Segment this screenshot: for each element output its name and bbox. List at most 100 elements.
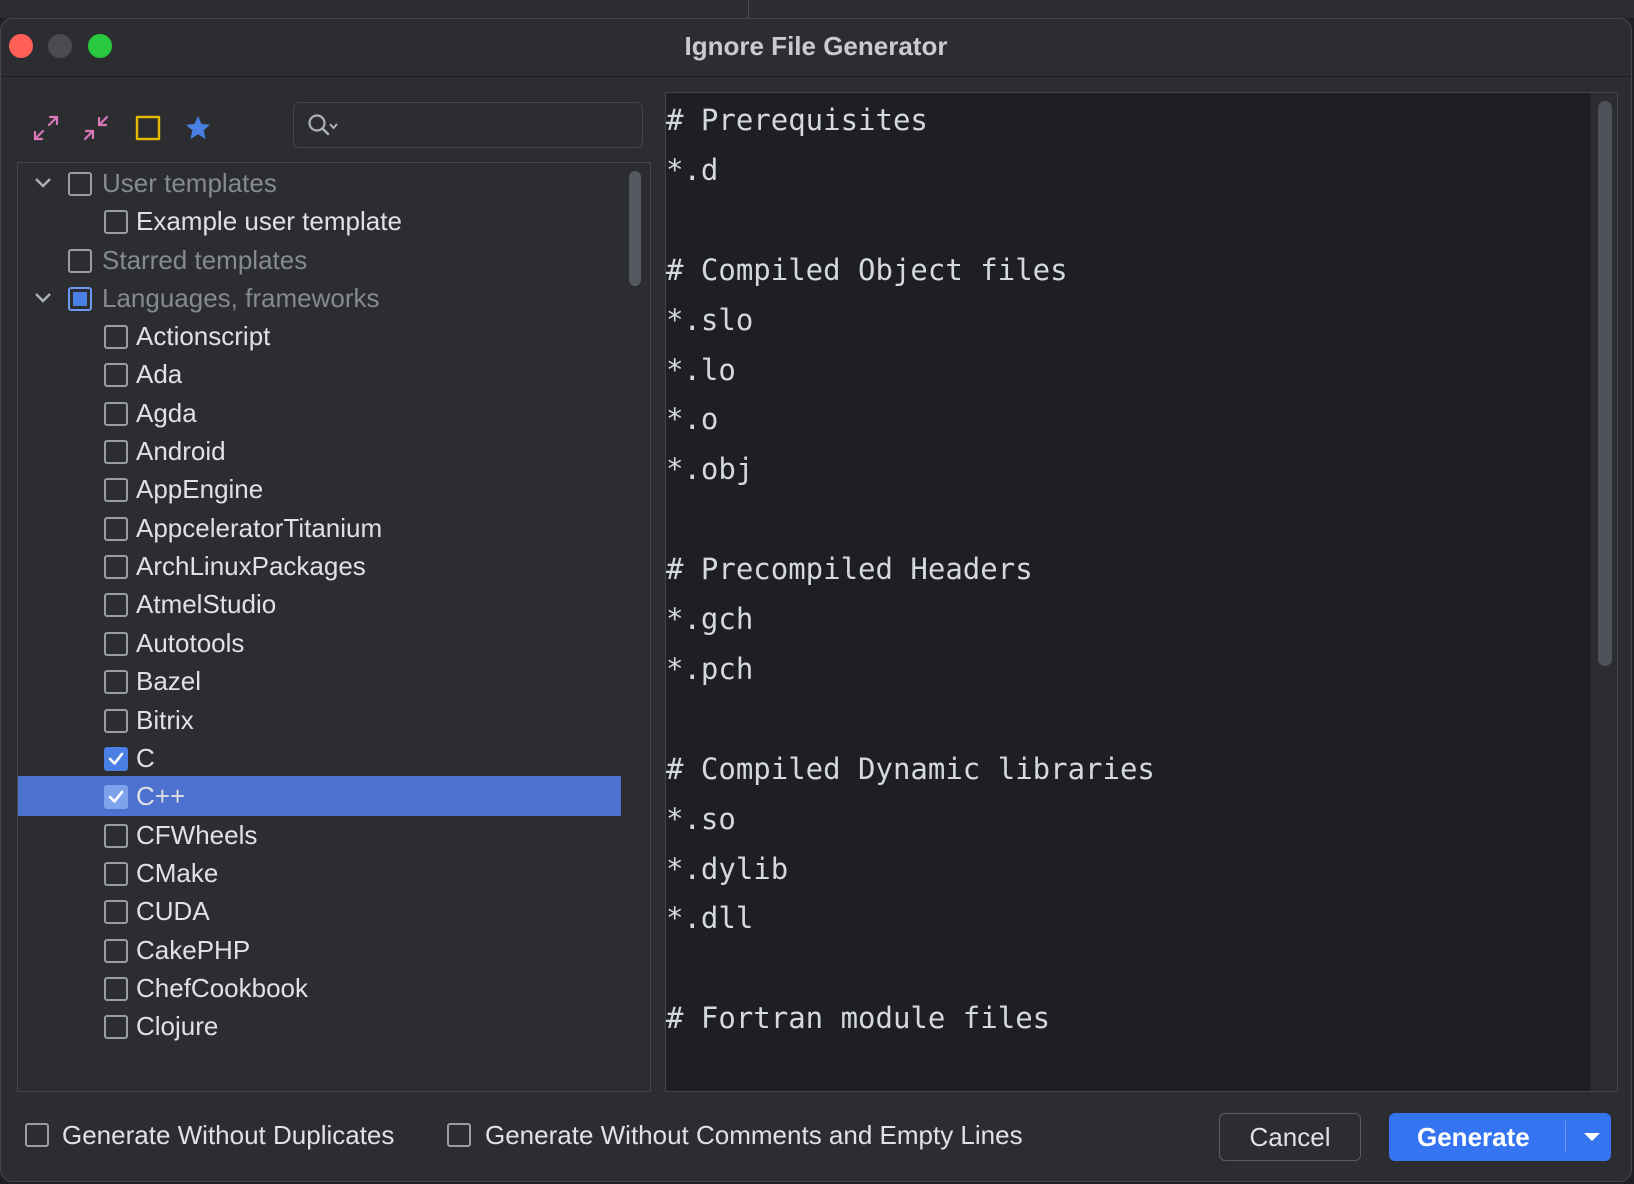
tree-item-language[interactable]: AtmelStudio <box>18 584 621 624</box>
language-label: ChefCookbook <box>136 972 308 1003</box>
language-checkbox[interactable] <box>104 900 128 925</box>
generate-without-duplicates-checkbox[interactable] <box>25 1123 49 1147</box>
language-label: Clojure <box>136 1011 219 1042</box>
tree-item-language[interactable]: CFWheels <box>18 815 621 855</box>
tab-divider <box>748 0 749 18</box>
tree-item-language[interactable]: Actionscript <box>18 316 621 356</box>
tree-item-language[interactable]: AppEngine <box>18 469 621 509</box>
cancel-button[interactable]: Cancel <box>1219 1113 1361 1161</box>
preview-scrollbar-thumb[interactable] <box>1598 101 1612 666</box>
tree-item-language[interactable]: Clojure <box>18 1006 621 1046</box>
tree-item-language[interactable]: CUDA <box>18 891 621 931</box>
tree-item-language[interactable]: CMake <box>18 853 621 893</box>
tree-item-language[interactable]: Autotools <box>18 623 621 663</box>
dialog-title: Ignore File Generator <box>684 31 948 61</box>
generate-button[interactable]: Generate <box>1389 1113 1611 1161</box>
tree-group-languages-frameworks[interactable]: Languages, frameworks <box>18 278 621 318</box>
title-bar: Ignore File Generator <box>1 19 1631 77</box>
languages-frameworks-label: Languages, frameworks <box>102 283 380 313</box>
language-checkbox[interactable] <box>104 478 128 503</box>
preview-code-line: *.lo <box>666 352 736 387</box>
preview-code-line: # Prerequisites <box>666 103 928 137</box>
generate-without-comments-checkbox[interactable] <box>447 1123 471 1147</box>
search-icon <box>306 112 340 145</box>
preview-code-line: *.dylib <box>666 851 789 886</box>
tree-item-language[interactable]: AppceleratorTitanium <box>18 508 621 548</box>
search-input[interactable] <box>293 102 643 148</box>
language-checkbox[interactable] <box>104 976 128 1001</box>
tree-item-language[interactable]: CakePHP <box>18 930 621 970</box>
tree-item-language[interactable]: Bazel <box>18 661 621 701</box>
select-box-icon[interactable] <box>131 111 165 145</box>
example-user-template-label: Example user template <box>136 206 402 236</box>
language-label: C++ <box>136 781 186 812</box>
language-checkbox[interactable] <box>104 555 128 580</box>
tree-group-user-templates[interactable]: User templates <box>18 163 621 203</box>
user-templates-checkbox[interactable] <box>68 172 92 196</box>
language-checkbox[interactable] <box>104 325 128 349</box>
chevron-down-icon[interactable] <box>32 163 54 203</box>
starred-templates-checkbox[interactable] <box>68 249 92 273</box>
preview-code-line: *.slo <box>666 302 754 337</box>
starred-templates-label: Starred templates <box>102 245 308 275</box>
language-checkbox[interactable] <box>104 363 128 388</box>
language-label: ArchLinuxPackages <box>136 551 366 582</box>
preview-code-line: *.pch <box>666 651 754 686</box>
language-checkbox[interactable] <box>104 938 128 963</box>
language-checkbox[interactable] <box>104 440 128 465</box>
background-tabbar <box>0 0 1634 18</box>
language-label: Android <box>136 436 226 467</box>
tree-item-language[interactable]: Agda <box>18 393 621 433</box>
collapse-all-icon[interactable] <box>79 111 113 145</box>
language-checkbox[interactable] <box>104 593 128 618</box>
tree-item-language[interactable]: ArchLinuxPackages <box>18 546 621 586</box>
language-checkbox[interactable] <box>104 746 128 771</box>
gitignore-preview[interactable]: # Prerequisites *.d # Compiled Object file… <box>665 92 1618 1092</box>
generate-without-comments-label[interactable]: Generate Without Comments and Empty Line… <box>485 1119 1023 1151</box>
tree-item-language[interactable]: ChefCookbook <box>18 968 621 1008</box>
language-checkbox[interactable] <box>104 631 128 656</box>
preview-code-line: *.obj <box>666 452 754 487</box>
preview-code-line: *.so <box>666 801 736 836</box>
language-label: Actionscript <box>136 321 271 351</box>
tree-group-starred-templates[interactable]: Starred templates <box>18 240 621 280</box>
user-templates-label: User templates <box>102 168 277 198</box>
language-checkbox[interactable] <box>104 1015 128 1040</box>
preview-code-line: *.gch <box>666 602 754 636</box>
preview-code-line: # Compiled Dynamic libraries <box>666 751 1155 786</box>
preview-code-line: *.dll <box>666 901 754 936</box>
language-checkbox[interactable] <box>104 670 128 695</box>
language-checkbox[interactable] <box>104 785 128 810</box>
language-checkbox[interactable] <box>104 708 128 733</box>
language-label: Agda <box>136 397 197 428</box>
language-label: CMake <box>136 857 219 888</box>
expand-all-icon[interactable] <box>29 111 63 145</box>
tree-item-language[interactable]: Bitrix <box>18 700 621 740</box>
language-label: Bitrix <box>136 704 194 735</box>
generate-split-divider <box>1565 1121 1566 1153</box>
language-label: CakePHP <box>136 934 251 965</box>
language-checkbox[interactable] <box>104 861 128 886</box>
tree-item-language[interactable]: C <box>18 738 621 778</box>
star-icon[interactable] <box>181 111 215 145</box>
tree-item-language[interactable]: Android <box>18 431 621 471</box>
language-checkbox[interactable] <box>104 401 128 426</box>
language-label: AtmelStudio <box>136 589 277 620</box>
language-label: CUDA <box>136 896 210 927</box>
tree-item-language[interactable]: C++ <box>18 776 621 817</box>
tree-item-language[interactable]: Ada <box>18 354 621 394</box>
language-label: C <box>136 742 155 773</box>
language-checkbox[interactable] <box>104 823 128 848</box>
language-label: CFWheels <box>136 819 258 850</box>
language-label: Autotools <box>136 627 245 658</box>
languages-frameworks-checkbox[interactable] <box>68 287 92 311</box>
template-tree[interactable]: User templates Example user template Sta… <box>17 162 651 1092</box>
generate-dropdown-arrow-icon[interactable] <box>1573 1113 1611 1161</box>
language-checkbox[interactable] <box>104 516 128 541</box>
generate-without-duplicates-label[interactable]: Generate Without Duplicates <box>62 1119 394 1151</box>
tree-item-example-user-template[interactable]: Example user template <box>18 201 621 241</box>
chevron-down-icon[interactable] <box>32 278 54 318</box>
tree-scrollbar-thumb[interactable] <box>629 171 641 286</box>
preview-scrollbar[interactable] <box>1591 93 1617 1091</box>
example-user-template-checkbox[interactable] <box>104 210 128 234</box>
